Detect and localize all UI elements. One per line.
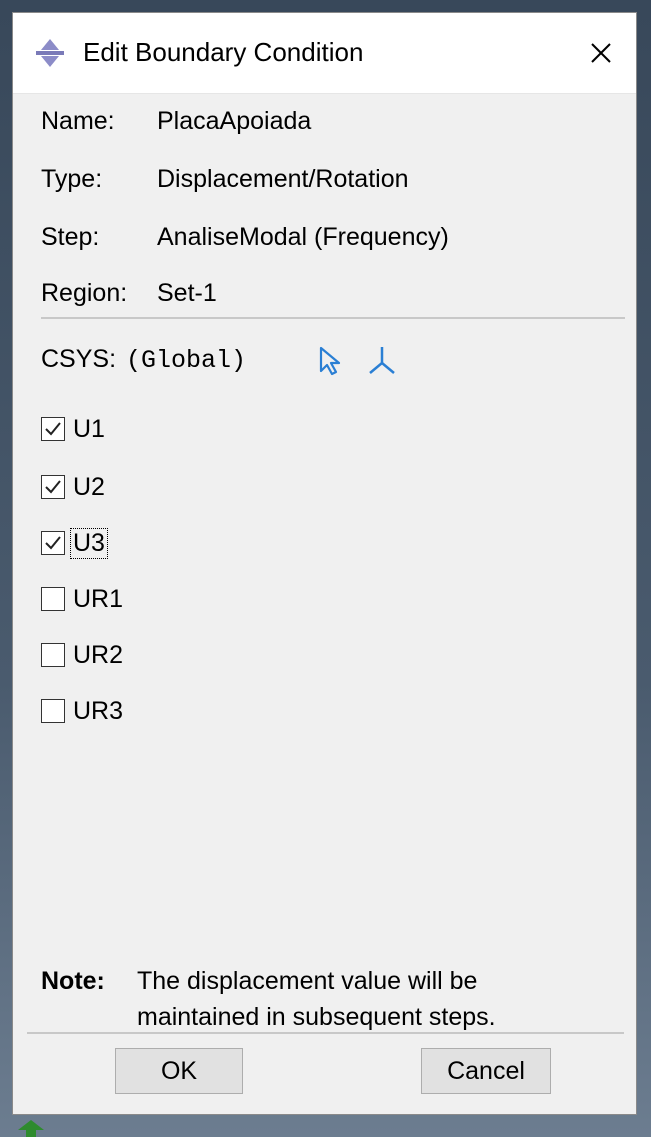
region-value: Set-1	[157, 279, 217, 307]
dof-checkbox-u3[interactable]: U3	[41, 525, 108, 561]
checkbox[interactable]	[41, 643, 65, 667]
checkbox[interactable]	[41, 531, 65, 555]
dialog-title: Edit Boundary Condition	[83, 37, 364, 67]
checkbox-label: U3	[70, 527, 108, 559]
type-label: Type:	[41, 165, 103, 193]
app-icon-fragment	[18, 1120, 44, 1137]
cancel-button[interactable]: Cancel	[421, 1048, 551, 1094]
title-bar[interactable]: Edit Boundary Condition	[13, 13, 636, 94]
name-value: PlacaApoiada	[157, 107, 312, 135]
csys-label: CSYS:	[41, 345, 117, 373]
checkbox[interactable]	[41, 475, 65, 499]
note: Note: The displacement value will be main…	[41, 963, 496, 1035]
dof-checkbox-ur1[interactable]: UR1	[41, 581, 125, 617]
separator	[41, 317, 625, 319]
checkbox[interactable]	[41, 699, 65, 723]
step-row: Step: AnaliseModal (Frequency)	[41, 223, 449, 252]
name-row: Name: PlacaApoiada	[41, 107, 311, 136]
region-row: Region: Set-1	[41, 279, 217, 308]
dof-checkbox-u2[interactable]: U2	[41, 469, 107, 505]
note-line-1: The displacement value will be	[137, 967, 478, 995]
step-label: Step:	[41, 223, 100, 251]
note-label: Note:	[41, 967, 105, 995]
dof-checkbox-u1[interactable]: U1	[41, 411, 107, 447]
separator	[27, 1032, 624, 1034]
axis-triad-icon[interactable]	[365, 343, 399, 377]
select-arrow-icon[interactable]	[313, 343, 347, 377]
csys-value: (Global)	[126, 346, 247, 375]
step-value: AnaliseModal (Frequency)	[157, 223, 449, 251]
name-label: Name:	[41, 107, 115, 135]
checkbox-label: UR3	[73, 696, 124, 725]
ok-button[interactable]: OK	[115, 1048, 243, 1094]
close-icon	[591, 43, 611, 63]
checkbox-label: UR2	[73, 640, 124, 669]
dof-checkbox-ur3[interactable]: UR3	[41, 693, 125, 729]
csys-row: CSYS: (Global)	[41, 345, 246, 375]
checkbox[interactable]	[41, 417, 65, 441]
checkbox[interactable]	[41, 587, 65, 611]
region-label: Region:	[41, 279, 128, 307]
check-icon	[45, 422, 61, 436]
type-row: Type: Displacement/Rotation	[41, 165, 409, 194]
checkbox-label: U1	[73, 414, 105, 443]
type-value: Displacement/Rotation	[157, 165, 409, 193]
checkbox-label: U2	[73, 472, 105, 501]
check-icon	[45, 536, 61, 550]
close-button[interactable]	[566, 13, 636, 93]
check-icon	[45, 480, 61, 494]
note-line-2: maintained in subsequent steps.	[137, 1003, 496, 1031]
checkbox-label: UR1	[73, 584, 124, 613]
boundary-condition-icon	[36, 39, 64, 67]
edit-boundary-condition-dialog: Edit Boundary Condition Name: PlacaApoiad…	[12, 12, 637, 1115]
dof-checkbox-ur2[interactable]: UR2	[41, 637, 125, 673]
